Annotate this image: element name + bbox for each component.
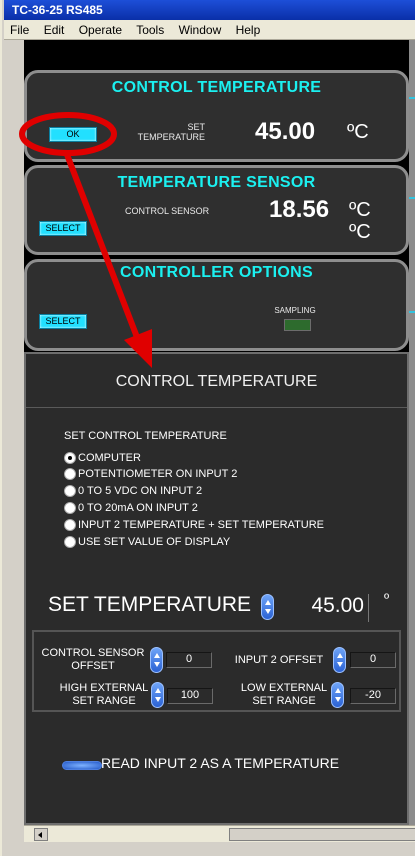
option-input2-plus-set[interactable]: INPUT 2 TEMPERATURE + SET TEMPERATURE (64, 518, 324, 531)
option-computer[interactable]: COMPUTER (64, 451, 141, 464)
option-0-20ma[interactable]: 0 TO 20mA ON INPUT 2 (64, 501, 198, 514)
window-title: TC-36-25 RS485 (12, 3, 103, 17)
controller-options-panel: CONTROLLER OPTIONS SELECT SAMPLING (24, 259, 409, 351)
temperature-sensor-panel: TEMPERATURE SENSOR SELECT CONTROL SENSOR… (24, 165, 409, 255)
sampling-indicator (284, 319, 311, 331)
option-potentiometer[interactable]: POTENTIOMETER ON INPUT 2 (64, 467, 237, 480)
menu-tools[interactable]: Tools (136, 23, 164, 37)
radio-icon[interactable] (64, 535, 76, 548)
menu-file[interactable]: File (10, 23, 29, 37)
high-external-input[interactable]: 100 (167, 688, 213, 704)
control-temperature-title: CONTROL TEMPERATURE (111, 79, 322, 96)
radio-icon[interactable] (64, 501, 76, 514)
control-sensor-offset-input[interactable]: 0 (166, 652, 212, 668)
radio-selected-icon[interactable] (64, 451, 76, 464)
control-sensor-value: 18.56 (269, 196, 330, 223)
left-gutter (4, 40, 24, 825)
radio-icon[interactable] (64, 484, 76, 497)
option-label: INPUT 2 TEMPERATURE + SET TEMPERATURE (78, 518, 325, 531)
option-label: POTENTIOMETER ON INPUT 2 (78, 467, 238, 480)
option-label: USE SET VALUE OF DISPLAY (78, 535, 231, 548)
scroll-left-icon[interactable] (34, 828, 48, 841)
app-window: TC-36-25 RS485 File Edit Operate Tools W… (0, 0, 415, 856)
set-temperature-label: SET TEMPERATURE (137, 122, 205, 142)
radio-icon[interactable] (64, 467, 76, 480)
high-external-set-range-label: HIGH EXTERNAL SET RANGE (59, 682, 149, 707)
set-temperature-spinner[interactable] (261, 594, 274, 620)
horizontal-scrollbar[interactable] (24, 825, 415, 842)
dialog-divider (26, 407, 407, 408)
control-sensor-offset-label: CONTROL SENSOR OFFSET (41, 647, 145, 672)
dialog-title: CONTROL TEMPERATURE (115, 373, 318, 390)
option-label: COMPUTER (78, 451, 141, 464)
option-label: 0 TO 5 VDC ON INPUT 2 (78, 484, 203, 497)
set-temperature-value: 45.00 (255, 118, 316, 145)
set-temperature-input[interactable]: 45.00 (293, 594, 369, 622)
set-temperature-unit: º (384, 590, 390, 606)
title-bar: TC-36-25 RS485 (4, 0, 415, 20)
menu-window[interactable]: Window (179, 23, 222, 37)
right-edge (409, 40, 415, 825)
menu-help[interactable]: Help (236, 23, 261, 37)
control-sensor-unit: ºC (349, 199, 371, 221)
set-temperature-unit: ºC (347, 121, 369, 143)
input2-offset-spinner[interactable] (333, 647, 346, 673)
input2-offset-input[interactable]: 0 (350, 652, 396, 668)
input2-offset-label: INPUT 2 OFFSET (234, 654, 324, 666)
secondary-sensor-unit: ºC (349, 221, 371, 243)
radio-icon[interactable] (64, 518, 76, 531)
ok-button[interactable]: OK (49, 127, 97, 142)
low-external-spinner[interactable] (331, 682, 344, 708)
control-sensor-offset-spinner[interactable] (150, 647, 163, 673)
read-input2-toggle[interactable] (62, 761, 102, 770)
option-0-5vdc[interactable]: 0 TO 5 VDC ON INPUT 2 (64, 484, 202, 497)
set-control-temperature-label: SET CONTROL TEMPERATURE (64, 430, 227, 442)
menu-operate[interactable]: Operate (79, 23, 122, 37)
scroll-thumb[interactable] (229, 828, 415, 841)
control-temperature-panel: CONTROL TEMPERATURE OK SET TEMPERATURE 4… (24, 70, 409, 162)
offset-range-group: CONTROL SENSOR OFFSET 0 INPUT 2 OFFSET 0… (32, 630, 401, 712)
high-external-spinner[interactable] (151, 682, 164, 708)
option-label: 0 TO 20mA ON INPUT 2 (78, 501, 198, 514)
menu-edit[interactable]: Edit (44, 23, 65, 37)
read-input2-label: READ INPUT 2 AS A TEMPERATURE (101, 755, 340, 771)
temperature-sensor-title: TEMPERATURE SENSOR (117, 174, 316, 191)
control-temperature-dialog: CONTROL TEMPERATURE SET CONTROL TEMPERAT… (24, 352, 409, 825)
menu-bar: File Edit Operate Tools Window Help (4, 20, 415, 40)
controller-options-title: CONTROLLER OPTIONS (120, 264, 313, 281)
low-external-set-range-label: LOW EXTERNAL SET RANGE (240, 682, 328, 707)
low-external-input[interactable]: -20 (350, 688, 396, 704)
window-bottom-edge (4, 842, 415, 856)
control-sensor-label: CONTROL SENSOR (125, 206, 210, 216)
option-use-display[interactable]: USE SET VALUE OF DISPLAY (64, 535, 230, 548)
sampling-label: SAMPLING (274, 306, 316, 315)
select-options-button[interactable]: SELECT (39, 314, 87, 329)
select-sensor-button[interactable]: SELECT (39, 221, 87, 236)
set-temperature-heading: SET TEMPERATURE (48, 593, 252, 616)
